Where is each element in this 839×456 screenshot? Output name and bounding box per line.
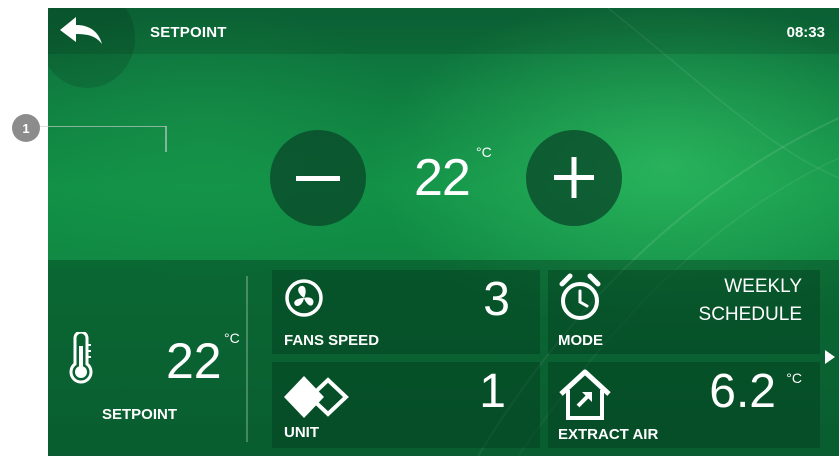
next-arrow-icon[interactable] <box>825 350 835 364</box>
summary-setpoint-label: SETPOINT <box>102 406 178 423</box>
plus-icon <box>554 157 594 198</box>
diamond-unit-icon <box>284 376 349 418</box>
fans-speed-value: 3 <box>483 273 510 326</box>
house-icon <box>559 369 611 420</box>
callout-badge: 1 <box>12 114 40 142</box>
summary-setpoint-unit: °C <box>224 330 240 346</box>
device-screen: SETPOINT 08:33 22 °C 22 °C SETPOINT 3 FA… <box>48 8 839 456</box>
fans-speed-tile[interactable]: 3 FANS SPEED <box>272 270 540 354</box>
extract-air-tile[interactable]: 6.2 °C EXTRACT AIR <box>548 362 820 448</box>
mode-value-line1: WEEKLY <box>724 276 802 297</box>
page-title: SETPOINT <box>150 24 227 41</box>
mode-value-line2: SCHEDULE <box>698 304 802 325</box>
setpoint-unit: °C <box>476 144 492 160</box>
extract-air-value: 6.2 <box>709 365 776 418</box>
mode-label: MODE <box>558 332 603 349</box>
callout-line <box>40 126 167 152</box>
extract-air-unit: °C <box>786 370 802 386</box>
alarm-clock-icon <box>559 273 601 320</box>
decrease-button[interactable] <box>270 130 366 226</box>
fans-speed-label: FANS SPEED <box>284 332 380 349</box>
back-arrow-icon[interactable] <box>58 14 106 48</box>
increase-button[interactable] <box>526 130 622 226</box>
thermometer-icon <box>69 332 93 384</box>
unit-tile[interactable]: 1 UNIT <box>272 362 540 448</box>
clock: 08:33 <box>786 24 825 41</box>
mode-tile[interactable]: WEEKLY SCHEDULE MODE <box>548 270 820 354</box>
setpoint-value: 22 <box>414 149 471 207</box>
extract-air-label: EXTRACT AIR <box>558 426 659 443</box>
panel-divider <box>246 276 248 442</box>
minus-icon <box>296 176 340 181</box>
unit-value: 1 <box>479 365 506 418</box>
summary-setpoint-value: 22 <box>166 333 222 389</box>
fan-icon <box>285 279 323 317</box>
unit-label: UNIT <box>284 424 319 441</box>
setpoint-summary[interactable]: 22 °C SETPOINT <box>48 270 244 450</box>
